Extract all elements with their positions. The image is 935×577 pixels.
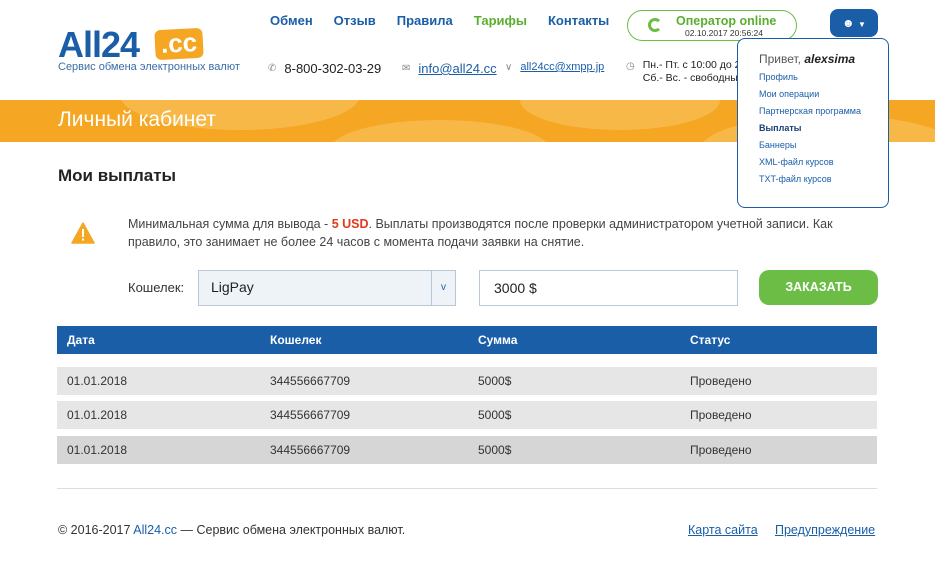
hours-weekend: Сб.- Вс. - свободны [642,72,738,84]
menu-item-banners[interactable]: Баннеры [759,137,888,154]
order-button[interactable]: ЗАКАЗАТЬ [759,270,878,305]
cell-wallet: 344556667709 [270,443,351,457]
col-date: Дата [67,333,95,347]
nav-item-contacts[interactable]: Контакты [548,13,609,28]
payouts-table-header: Дата Кошелек Сумма Статус [57,326,877,354]
table-row: 01.01.2018 344556667709 5000$ Проведено [57,436,877,464]
menu-item-xml-rates[interactable]: XML-файл курсов [759,154,888,171]
cell-amount: 5000$ [478,408,512,422]
clock-icon: ◷ [626,61,635,72]
page-title: Мои выплаты [58,166,177,185]
logo-brand: All24 [58,24,140,65]
operator-title: Оператор online [676,14,777,28]
cell-status: Проведено [690,408,752,422]
cell-date: 01.01.2018 [67,443,128,457]
cell-wallet: 344556667709 [270,408,351,422]
cell-date: 01.01.2018 [67,374,128,388]
warning-link[interactable]: Предупреждение [775,523,875,537]
copyright: © 2016-2017 All24.cc — Сервис обмена эле… [58,523,406,537]
main-nav: Обмен Отзыв Правила Тарифы Контакты [270,13,609,28]
headset-icon [648,18,662,32]
phone-contact: ✆ 8-800-302-03-29 [268,61,381,76]
menu-item-txt-rates[interactable]: TXT-файл курсов [759,171,888,188]
cell-status: Проведено [690,443,752,457]
footer-divider [57,488,877,489]
user-menu-button[interactable]: ☻ ▼ [830,9,878,37]
email-link[interactable]: info@all24.cc [418,61,496,76]
amount-input[interactable] [479,270,738,306]
chevron-icon: ∨ [505,61,513,73]
hours-weekdays: Пн.- Пт. с 10:00 до 2 [642,59,741,71]
menu-item-affiliate[interactable]: Партнерская программа [759,103,888,120]
envelope-icon: ✉ [402,63,411,74]
nav-item-reviews[interactable]: Отзыв [334,13,376,28]
username: alexsima [804,52,856,66]
chevron-down-icon: v [431,271,455,305]
sitemap-link[interactable]: Карта сайта [688,523,758,537]
caret-down-icon: ▼ [858,20,866,29]
email-contact: ✉ info@all24.cc [402,61,497,76]
xmpp-contact: ∨ all24cc@xmpp.jp [505,61,604,73]
menu-item-profile[interactable]: Профиль [759,69,888,86]
menu-item-operations[interactable]: Мои операции [759,86,888,103]
xmpp-link[interactable]: all24cc@xmpp.jp [520,61,604,73]
cell-date: 01.01.2018 [67,408,128,422]
cell-amount: 5000$ [478,443,512,457]
copyright-link[interactable]: All24.cc [133,523,177,537]
site-logo[interactable]: All24 .cc Сервис обмена электронных валю… [58,24,240,74]
min-amount: 5 USD [331,217,369,231]
table-row: 01.01.2018 344556667709 5000$ Проведено [57,367,877,395]
operator-datetime: 02.10.2017 20:56:24 [685,28,763,38]
wallet-label: Кошелек: [128,280,185,295]
wallet-select[interactable]: LigPay v [198,270,456,306]
nav-item-tariffs[interactable]: Тарифы [474,13,527,28]
phone-icon: ✆ [268,63,277,74]
warning-icon [71,222,95,244]
cell-amount: 5000$ [478,374,512,388]
col-wallet: Кошелек [270,333,322,347]
payout-notice: Минимальная сумма для вывода - 5 USD. Вы… [128,217,833,249]
banner-title: Личный кабинет [58,108,216,131]
nav-item-exchange[interactable]: Обмен [270,13,313,28]
cell-status: Проведено [690,374,752,388]
phone-number: 8-800-302-03-29 [284,61,382,76]
menu-item-payouts[interactable]: Выплаты [759,120,888,137]
nav-item-rules[interactable]: Правила [397,13,453,28]
cell-wallet: 344556667709 [270,374,351,388]
table-row: 01.01.2018 344556667709 5000$ Проведено [57,401,877,429]
user-icon: ☻ [842,16,855,30]
user-greeting: Привет, alexsima [759,52,856,66]
col-amount: Сумма [478,333,518,347]
operator-online-button[interactable]: Оператор online 02.10.2017 20:56:24 [627,10,797,41]
working-hours: ◷ Пн.- Пт. с 10:00 до 2 Сб.- Вс. - свобо… [626,59,741,85]
wallet-select-value: LigPay [211,279,254,295]
logo-badge: .cc [154,27,204,61]
col-status: Статус [690,333,731,347]
user-dropdown-menu: Привет, alexsima Профиль Мои операции Па… [737,38,889,208]
logo-tagline: Сервис обмена электронных валют [58,61,240,73]
